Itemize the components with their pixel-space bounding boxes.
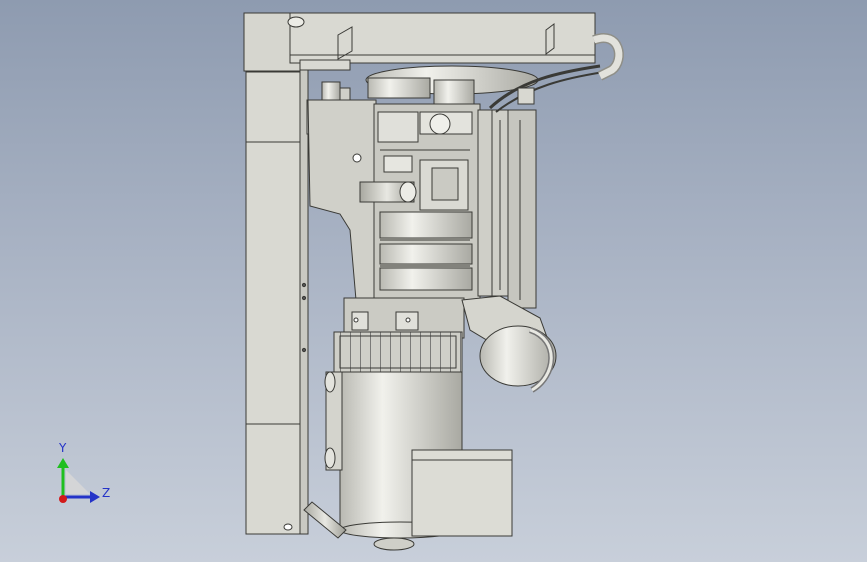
top-header-tank[interactable] — [287, 12, 596, 71]
y-axis-arrowhead — [57, 458, 69, 468]
pulley-assembly[interactable] — [321, 65, 539, 105]
x-axis-dot — [59, 495, 67, 503]
alternator-ring[interactable] — [333, 331, 463, 373]
axis-triad — [57, 458, 100, 503]
engine-assembly-model[interactable] — [0, 0, 867, 562]
cad-viewport[interactable]: Y Z — [0, 0, 867, 562]
view-plane-indicator — [66, 470, 90, 494]
engine-block[interactable] — [307, 99, 481, 301]
z-axis-label: Z — [102, 486, 111, 500]
turbocharger[interactable] — [461, 295, 557, 393]
z-axis-arrowhead — [90, 491, 100, 503]
y-axis-label: Y — [59, 441, 67, 455]
radiator-frame[interactable] — [243, 12, 322, 535]
terminal-box[interactable] — [411, 449, 513, 537]
